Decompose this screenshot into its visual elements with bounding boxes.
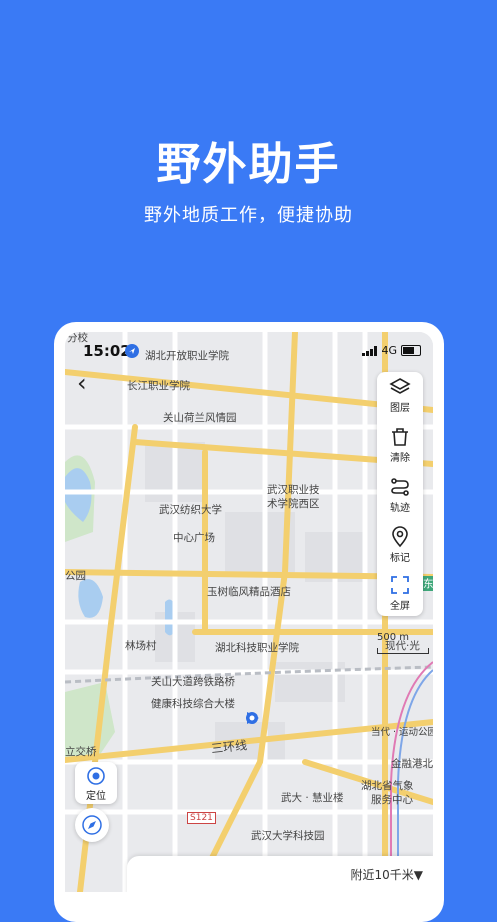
trash-icon	[392, 428, 408, 446]
mark-button[interactable]: 标记	[377, 522, 423, 570]
scale-bar	[377, 648, 429, 654]
track-button[interactable]: 轨迹	[377, 472, 423, 520]
map-label: S121	[187, 812, 216, 824]
map-label: 武大 · 慧业楼	[281, 792, 344, 804]
map-label: 金融港北	[391, 758, 433, 770]
map-pin-icon	[392, 526, 408, 548]
locate-button[interactable]: 定位	[75, 762, 117, 804]
fullscreen-icon	[391, 576, 409, 594]
map-label: 立交桥	[65, 746, 97, 758]
scale-label: 500 m	[377, 632, 410, 643]
promo-title: 野外助手	[156, 139, 341, 190]
map-label: 武汉职业技	[267, 484, 320, 496]
promo-subtitle: 野外地质工作，便捷协助	[144, 205, 353, 226]
signal-icon	[362, 345, 378, 356]
mark-label: 标记	[390, 553, 410, 564]
map-label: 当代 · 运动公园	[371, 727, 433, 738]
nearby-range-select[interactable]: 附近10千米▼	[351, 866, 424, 883]
clear-button[interactable]: 清除	[377, 422, 423, 470]
fullscreen-button[interactable]: 全屏	[377, 570, 423, 618]
map-label: 湖北开放职业学院	[145, 350, 229, 362]
map-toolbar: 图层 清除 轨迹 标记 全屏	[377, 372, 423, 616]
compass-button[interactable]	[75, 808, 109, 842]
map-label: 玉树临风精品酒店	[207, 586, 291, 598]
clear-label: 清除	[390, 453, 410, 464]
locate-icon	[87, 767, 105, 785]
battery-icon	[401, 345, 421, 356]
layers-icon	[389, 378, 411, 394]
map-label: 公园	[65, 570, 86, 582]
status-icons: 4G	[362, 344, 421, 357]
layers-button[interactable]: 图层	[377, 372, 423, 420]
map-label: 湖北省气象	[361, 780, 414, 792]
route-icon	[391, 478, 409, 496]
map-label: 术学院西区	[267, 498, 320, 510]
map-label: 林场村	[125, 640, 157, 652]
fullscreen-label: 全屏	[390, 601, 410, 612]
compass-icon	[82, 815, 102, 835]
map-label: 关山荷兰风情园	[163, 412, 237, 424]
app-screen: 15:02 4G ‹ 分校 湖北开放职业学院 长江职业学院 关山荷兰风情园 武汉…	[65, 332, 433, 892]
status-time: 15:02	[83, 342, 131, 360]
layers-label: 图层	[390, 403, 410, 414]
map-label: 长江职业学院	[127, 380, 190, 392]
map-label: 健康科技综合大楼	[151, 698, 235, 710]
map-label: 关山大道跨铁路桥	[151, 676, 235, 688]
map-label: 中心广场	[173, 532, 215, 544]
bottom-panel: 附近10千米▼	[127, 856, 433, 892]
map-label: 武汉大学科技园	[251, 830, 325, 842]
map-label: 武汉纺织大学	[159, 504, 222, 516]
map-label: 服务中心	[371, 794, 413, 806]
network-type: 4G	[381, 344, 397, 357]
locate-label: 定位	[86, 791, 106, 802]
navigation-arrow-icon	[125, 344, 139, 358]
back-chevron-icon[interactable]: ‹	[77, 371, 99, 395]
track-label: 轨迹	[390, 503, 410, 514]
map-label: 湖北科技职业学院	[215, 642, 299, 654]
map-label: 分校	[67, 332, 88, 344]
